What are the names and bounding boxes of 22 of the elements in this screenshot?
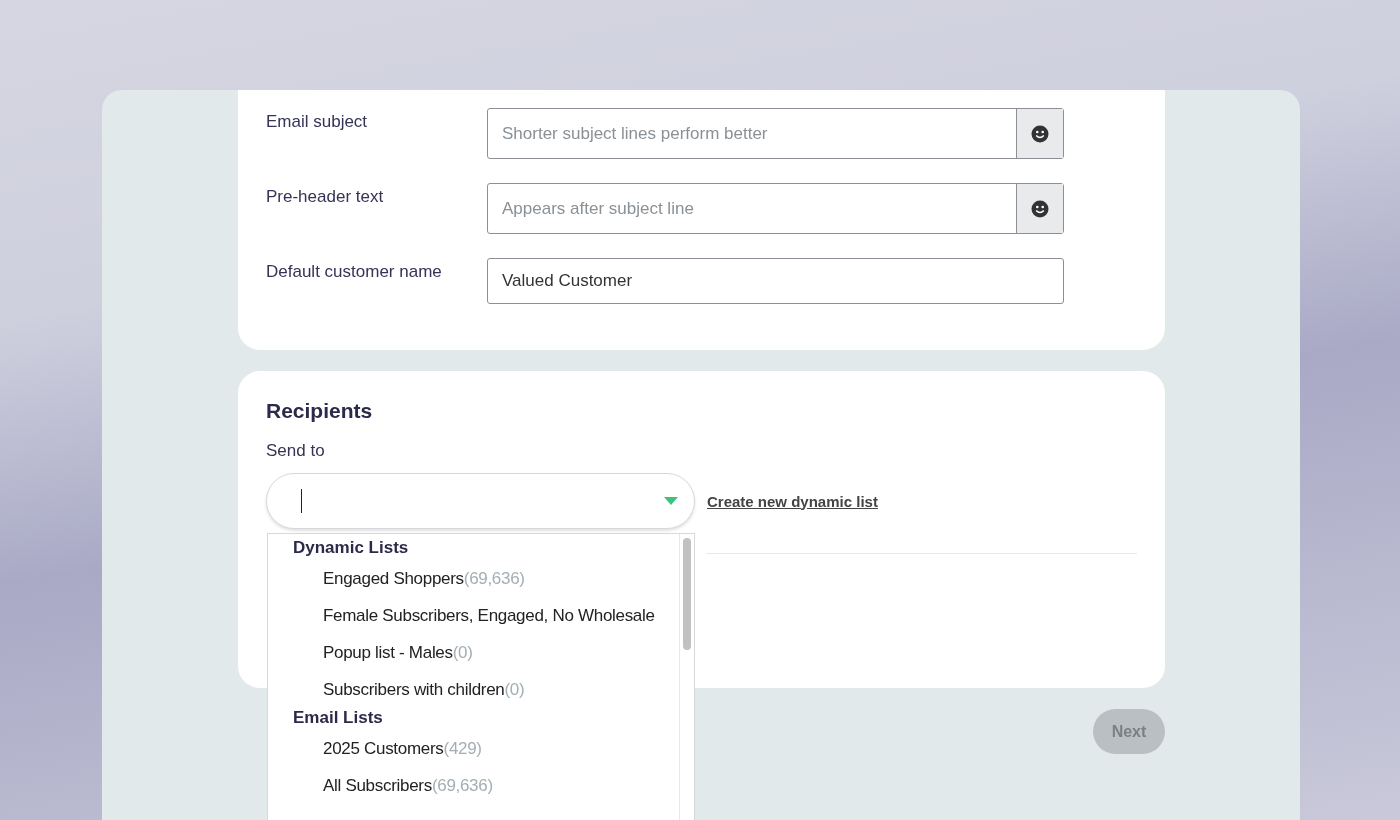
field-label: Email subject — [266, 111, 369, 132]
field-label: Default customer name — [266, 261, 443, 282]
list-option[interactable]: 2025 Customers(429) — [293, 730, 679, 767]
emoji-button[interactable] — [1016, 184, 1063, 233]
text-cursor — [301, 489, 302, 513]
group-heading: Email Lists — [293, 708, 384, 729]
text-field[interactable]: Valued Customer — [488, 259, 1063, 303]
list-option[interactable]: Engaged Shoppers(69,636) — [293, 560, 679, 597]
list-option[interactable]: All Subscribers(69,636) — [293, 767, 679, 804]
scrollbar[interactable] — [679, 534, 694, 820]
section-title: Recipients — [266, 399, 374, 423]
smiley-icon — [1031, 124, 1049, 143]
smiley-icon — [1031, 199, 1049, 218]
caret-icon — [664, 497, 678, 505]
field-label: Send to — [266, 441, 326, 461]
field-label: Pre-header text — [266, 186, 385, 207]
list-option[interactable]: Popup list - Males(0) — [293, 634, 679, 671]
create-list-link[interactable]: Create new dynamic list — [707, 492, 878, 510]
emoji-button[interactable] — [1016, 109, 1063, 158]
list-option[interactable]: Female Subscribers, Engaged, No Wholesale — [293, 597, 679, 634]
group-heading: Dynamic Lists — [293, 538, 410, 559]
list-option[interactable]: Subscribers with children(0) — [293, 671, 679, 708]
